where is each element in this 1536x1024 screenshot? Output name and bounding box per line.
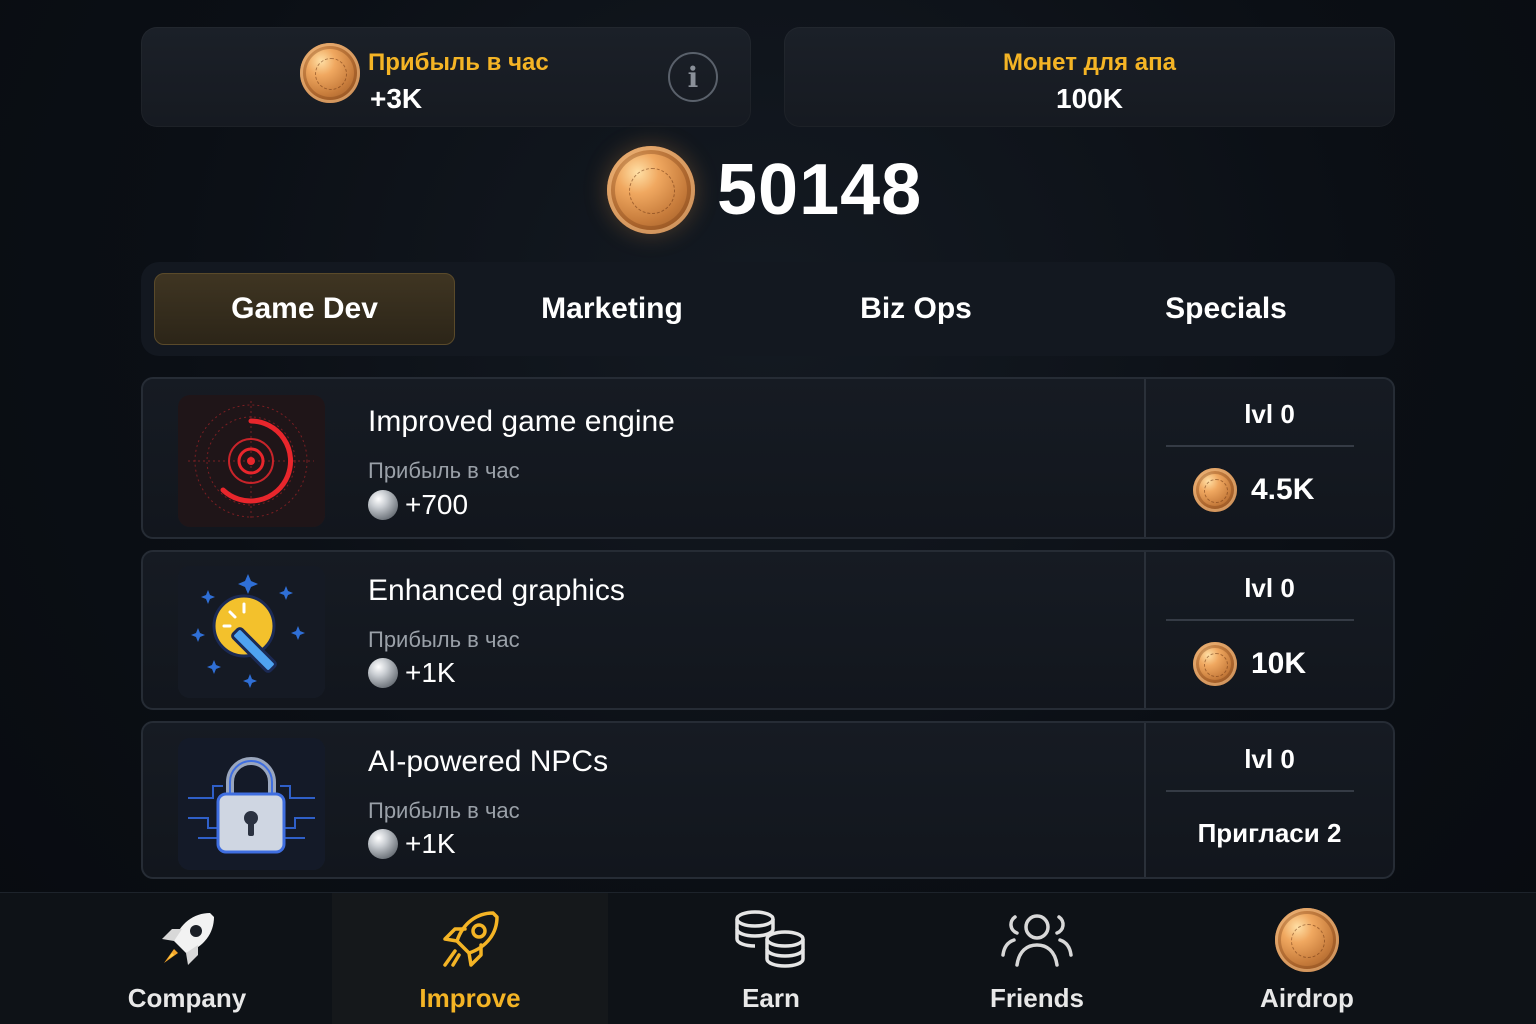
profit-value: +1K bbox=[368, 657, 456, 689]
lock-icon bbox=[178, 738, 325, 870]
nav-label: Airdrop bbox=[1260, 983, 1354, 1013]
price-amount: 4.5K bbox=[1251, 473, 1315, 506]
upgrade-card-improved-game-engine[interactable]: Improved game engine Прибыль в час +700 … bbox=[141, 377, 1395, 539]
silver-coin-icon bbox=[368, 490, 398, 520]
upgrade-price: 10K bbox=[1193, 642, 1306, 686]
nav-earn[interactable]: Earn bbox=[636, 893, 906, 1024]
balance: 50148 bbox=[607, 146, 922, 234]
invite-requirement: Пригласи 2 bbox=[1197, 818, 1342, 848]
coins-to-level-up-value: 100K bbox=[1056, 83, 1123, 114]
nav-airdrop[interactable]: Airdrop bbox=[1172, 893, 1442, 1024]
profit-per-hour-card: Прибыль в час +3K i bbox=[141, 27, 751, 127]
profit-label: Прибыль в час bbox=[368, 627, 520, 652]
profit-label: Прибыль в час bbox=[368, 458, 520, 483]
nav-label: Earn bbox=[742, 983, 800, 1013]
coins-stack-icon bbox=[733, 907, 809, 973]
upgrade-card-enhanced-graphics[interactable]: Enhanced graphics Прибыль в час +1K lvl … bbox=[141, 550, 1395, 710]
coins-to-level-up-card: Монет для апа 100K bbox=[784, 27, 1395, 127]
coin-icon bbox=[1193, 642, 1237, 686]
rocket-icon bbox=[154, 907, 220, 973]
divider bbox=[1166, 619, 1354, 621]
tab-marketing[interactable]: Marketing bbox=[459, 273, 765, 345]
tab-game-dev[interactable]: Game Dev bbox=[154, 273, 455, 345]
nav-company[interactable]: Company bbox=[52, 893, 322, 1024]
upgrade-name: AI-powered NPCs bbox=[368, 745, 609, 778]
level-label: lvl 0 bbox=[1244, 399, 1295, 429]
upgrade-name: Improved game engine bbox=[368, 405, 675, 438]
page: Прибыль в час +3K i Монет для апа 100K 5… bbox=[0, 0, 1536, 1024]
rocket-outline-icon bbox=[437, 907, 503, 973]
info-icon[interactable]: i bbox=[668, 52, 718, 102]
target-icon bbox=[178, 395, 325, 527]
profit-per-hour-value: +3K bbox=[370, 83, 423, 114]
nav-improve[interactable]: Improve bbox=[332, 893, 608, 1024]
profit-value: +700 bbox=[368, 489, 468, 521]
coin-icon bbox=[607, 146, 695, 234]
upgrade-card-ai-powered-npcs[interactable]: AI-powered NPCs Прибыль в час +1K lvl 0 … bbox=[141, 721, 1395, 879]
silver-coin-icon bbox=[368, 829, 398, 859]
profit-amount: +700 bbox=[405, 489, 469, 520]
price-amount: 10K bbox=[1251, 647, 1307, 680]
level-label: lvl 0 bbox=[1244, 573, 1295, 603]
profit-amount: +1K bbox=[405, 657, 456, 688]
upgrade-price: 4.5K bbox=[1193, 468, 1314, 512]
coin-icon bbox=[300, 43, 360, 103]
category-tabs: Game Dev Marketing Biz Ops Specials bbox=[141, 262, 1395, 356]
nav-label: Improve bbox=[419, 983, 521, 1013]
bottom-nav: Company Improve Earn Friends Airdrop bbox=[0, 892, 1536, 1024]
coin-icon bbox=[1193, 468, 1237, 512]
tab-specials[interactable]: Specials bbox=[1071, 273, 1381, 345]
friends-icon bbox=[999, 907, 1075, 973]
profit-amount: +1K bbox=[405, 828, 456, 859]
nav-label: Friends bbox=[990, 983, 1084, 1013]
magic-wand-icon bbox=[178, 566, 325, 698]
divider bbox=[1166, 790, 1354, 792]
profit-value: +1K bbox=[368, 828, 456, 860]
balance-value: 50148 bbox=[717, 150, 923, 230]
silver-coin-icon bbox=[368, 658, 398, 688]
profit-label: Прибыль в час bbox=[368, 798, 520, 823]
coins-to-level-up-label: Монет для апа bbox=[1003, 49, 1176, 76]
upgrade-name: Enhanced graphics bbox=[368, 574, 625, 607]
profit-per-hour-label: Прибыль в час bbox=[368, 49, 549, 76]
tab-biz-ops[interactable]: Biz Ops bbox=[766, 273, 1066, 345]
coin-icon bbox=[1275, 907, 1339, 973]
divider bbox=[1166, 445, 1354, 447]
level-label: lvl 0 bbox=[1244, 744, 1295, 774]
nav-friends[interactable]: Friends bbox=[902, 893, 1172, 1024]
nav-label: Company bbox=[127, 983, 247, 1013]
